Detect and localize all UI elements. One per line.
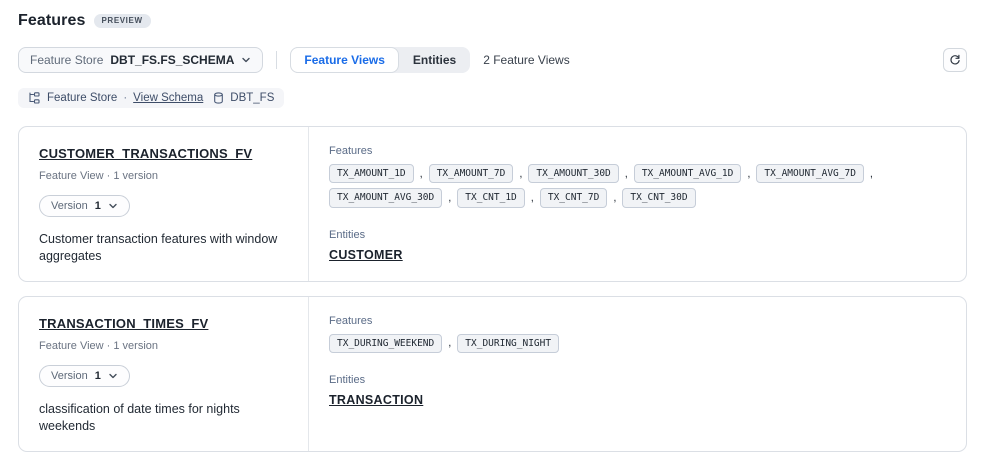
version-selector[interactable]: Version 1	[39, 365, 130, 387]
card-summary-column: CUSTOMER_TRANSACTIONS_FV Feature View · …	[19, 127, 309, 281]
preview-badge: PREVIEW	[94, 14, 151, 28]
comma-separator: ,	[420, 168, 423, 180]
feature-view-meta: Feature View · 1 version	[39, 340, 288, 352]
comma-separator: ,	[519, 168, 522, 180]
feature-chip: TX_CNT_30D	[622, 188, 695, 207]
feature-chip: TX_DURING_WEEKEND	[329, 334, 442, 353]
comma-separator: ,	[613, 192, 616, 204]
entity-link[interactable]: TRANSACTION	[329, 393, 423, 407]
version-value: 1	[95, 200, 101, 212]
refresh-button[interactable]	[943, 48, 967, 72]
feature-view-link[interactable]: TRANSACTION_TIMES_FV	[39, 316, 208, 331]
entities-section: Entities TRANSACTION	[329, 374, 944, 407]
version-selector[interactable]: Version 1	[39, 195, 130, 217]
entities-label: Entities	[329, 229, 944, 241]
entity-link[interactable]: CUSTOMER	[329, 248, 403, 262]
breadcrumb-pill: Feature Store · View Schema DBT_FS	[18, 88, 284, 108]
schema-icon	[28, 92, 41, 104]
entities-section: Entities CUSTOMER	[329, 229, 944, 262]
feature-store-value: DBT_FS.FS_SCHEMA	[110, 53, 234, 67]
feature-view-card-customer-transactions: CUSTOMER_TRANSACTIONS_FV Feature View · …	[18, 126, 967, 282]
feature-chip: TX_CNT_1D	[457, 188, 524, 207]
page-header: Features PREVIEW	[18, 12, 967, 30]
comma-separator: ,	[448, 337, 451, 349]
card-detail-column: Features TX_DURING_WEEKEND, TX_DURING_NIG…	[309, 297, 966, 451]
comma-separator: ,	[870, 168, 873, 180]
features-label: Features	[329, 145, 944, 157]
feature-chip: TX_AMOUNT_AVG_7D	[756, 164, 864, 183]
feature-store-selector[interactable]: Feature Store DBT_FS.FS_SCHEMA	[18, 47, 263, 73]
version-label: Version	[51, 370, 88, 382]
card-summary-column: TRANSACTION_TIMES_FV Feature View · 1 ve…	[19, 297, 309, 451]
view-schema-link[interactable]: View Schema	[133, 92, 203, 104]
feature-chip-list: TX_DURING_WEEKEND, TX_DURING_NIGHT	[329, 334, 929, 353]
entity-link-list: CUSTOMER	[329, 248, 944, 262]
tab-feature-views[interactable]: Feature Views	[290, 47, 398, 73]
feature-view-card-transaction-times: TRANSACTION_TIMES_FV Feature View · 1 ve…	[18, 296, 967, 452]
version-label: Version	[51, 200, 88, 212]
refresh-icon	[949, 54, 961, 66]
feature-view-link[interactable]: CUSTOMER_TRANSACTIONS_FV	[39, 146, 252, 161]
feature-chip: TX_AMOUNT_30D	[528, 164, 618, 183]
feature-chip: TX_DURING_NIGHT	[457, 334, 559, 353]
database-icon	[213, 92, 224, 104]
chevron-down-icon	[108, 371, 118, 381]
feature-views-count: 2 Feature Views	[483, 53, 570, 67]
feature-chip: TX_CNT_7D	[540, 188, 607, 207]
view-toggle: Feature Views Entities	[290, 47, 470, 73]
features-page: Features PREVIEW Feature Store DBT_FS.FS…	[0, 0, 985, 456]
breadcrumb: Feature Store · View Schema DBT_FS	[18, 88, 967, 109]
feature-chip: TX_AMOUNT_AVG_30D	[329, 188, 442, 207]
version-value: 1	[95, 370, 101, 382]
feature-view-description: classification of date times for nights …	[39, 401, 288, 435]
feature-view-meta: Feature View · 1 version	[39, 170, 288, 182]
comma-separator: ,	[448, 192, 451, 204]
chevron-down-icon	[241, 55, 251, 65]
tab-entities[interactable]: Entities	[399, 47, 470, 73]
card-detail-column: Features TX_AMOUNT_1D,TX_AMOUNT_7D,TX_AM…	[309, 127, 966, 281]
feature-store-label: Feature Store	[30, 53, 103, 67]
toolbar: Feature Store DBT_FS.FS_SCHEMA Feature V…	[18, 47, 967, 73]
features-label: Features	[329, 315, 944, 327]
feature-chip-list: TX_AMOUNT_1D, TX_AMOUNT_7D, TX_AMOUNT_30D,…	[329, 164, 929, 208]
breadcrumb-store-label: Feature Store	[47, 92, 117, 104]
breadcrumb-database: DBT_FS	[230, 92, 274, 104]
comma-separator: ,	[625, 168, 628, 180]
entity-link-list: TRANSACTION	[329, 393, 944, 407]
entities-label: Entities	[329, 374, 944, 386]
toolbar-divider	[276, 51, 277, 69]
comma-separator: ,	[531, 192, 534, 204]
feature-chip: TX_AMOUNT_7D	[429, 164, 514, 183]
feature-chip: TX_AMOUNT_1D	[329, 164, 414, 183]
chevron-down-icon	[108, 201, 118, 211]
feature-chip: TX_AMOUNT_AVG_1D	[634, 164, 742, 183]
comma-separator: ,	[747, 168, 750, 180]
feature-view-description: Customer transaction features with windo…	[39, 231, 288, 265]
page-title: Features	[18, 12, 86, 30]
breadcrumb-separator: ·	[123, 92, 127, 104]
